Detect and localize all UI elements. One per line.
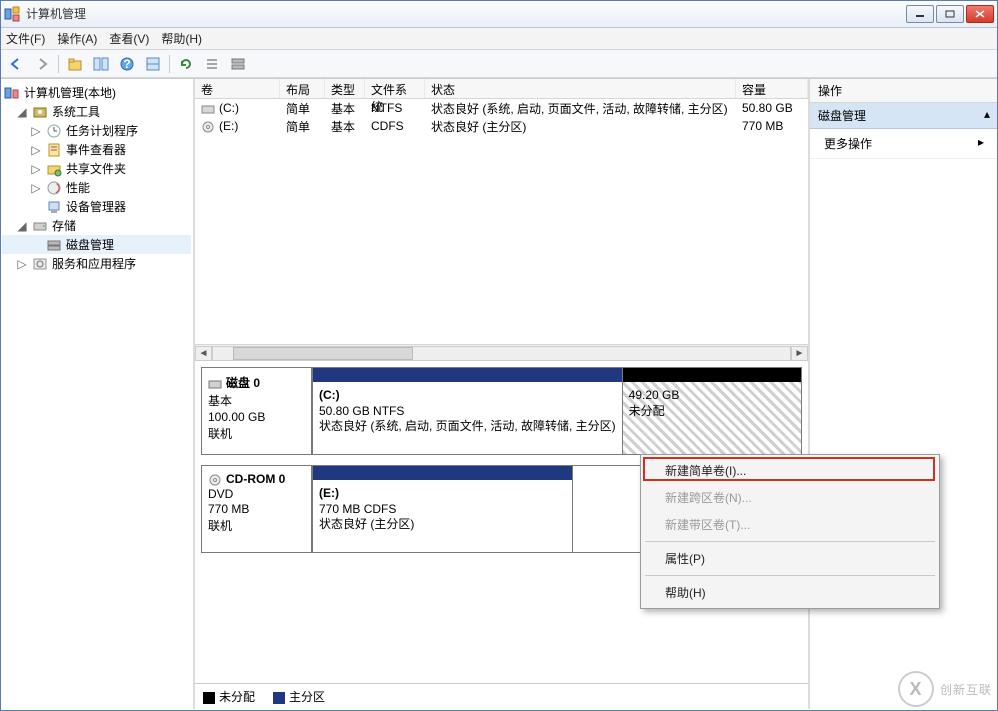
ctx-help[interactable]: 帮助(H) [643, 579, 937, 606]
disk-list-icon[interactable] [228, 54, 248, 74]
partition-unallocated[interactable]: 49.20 GB 未分配 [622, 368, 801, 454]
tree-system-tools[interactable]: ◢系统工具 [2, 102, 191, 121]
app-icon [4, 6, 20, 22]
col-layout[interactable]: 布局 [280, 79, 325, 98]
watermark-text: 创新互联 [940, 681, 992, 698]
volume-list: (C:) 简单 基本 NTFS 状态良好 (系统, 启动, 页面文件, 活动, … [195, 99, 808, 344]
tree-disk-management[interactable]: 磁盘管理 [2, 235, 191, 254]
watermark-badge: X [898, 671, 934, 707]
ctx-properties[interactable]: 属性(P) [643, 545, 937, 572]
legend-swatch-primary [273, 692, 285, 704]
partition-bar [623, 368, 801, 382]
tree-device-manager[interactable]: 设备管理器 [2, 197, 191, 216]
context-menu: 新建简单卷(I)... 新建跨区卷(N)... 新建带区卷(T)... 属性(P… [640, 454, 940, 609]
disk-label[interactable]: CD-ROM 0 DVD 770 MB 联机 [202, 466, 312, 552]
actions-header: 操作 [810, 79, 998, 103]
h-scrollbar[interactable]: ◄ ► [195, 344, 808, 361]
menu-file[interactable]: 文件(F) [6, 30, 45, 47]
settings-icon[interactable] [143, 54, 163, 74]
list-icon[interactable] [202, 54, 222, 74]
watermark: X 创新互联 [898, 671, 992, 707]
scroll-thumb[interactable] [233, 347, 413, 360]
disk-block: 磁盘 0 基本 100.00 GB 联机 (C:) 50.80 GB NTFS … [201, 367, 802, 455]
tree-root[interactable]: 计算机管理(本地) [2, 83, 191, 102]
show-hide-tree-icon[interactable] [91, 54, 111, 74]
menu-help[interactable]: 帮助(H) [161, 30, 202, 47]
col-type[interactable]: 类型 [325, 79, 365, 98]
tree-services-apps[interactable]: ▷服务和应用程序 [2, 254, 191, 273]
ctx-new-spanned-volume: 新建跨区卷(N)... [643, 484, 937, 511]
refresh-icon[interactable] [176, 54, 196, 74]
window-title: 计算机管理 [26, 5, 906, 22]
volume-row[interactable]: (C:) 简单 基本 NTFS 状态良好 (系统, 启动, 页面文件, 活动, … [195, 99, 808, 117]
partition[interactable]: (C:) 50.80 GB NTFS 状态良好 (系统, 启动, 页面文件, 活… [312, 368, 622, 454]
minimize-button[interactable] [906, 5, 934, 23]
tree-shared-folders[interactable]: ▷共享文件夹 [2, 159, 191, 178]
tree-storage[interactable]: ◢存储 [2, 216, 191, 235]
partition-bar [313, 466, 572, 480]
ctx-new-simple-volume[interactable]: 新建简单卷(I)... [643, 457, 937, 484]
tree-performance[interactable]: ▷性能 [2, 178, 191, 197]
ctx-separator [645, 575, 935, 576]
chevron-right-icon: ▸ [978, 135, 984, 152]
scroll-right-icon[interactable]: ► [791, 346, 808, 361]
forward-icon[interactable] [32, 54, 52, 74]
actions-more[interactable]: 更多操作 ▸ [810, 129, 998, 159]
close-button[interactable] [966, 5, 994, 23]
help-icon[interactable]: ? [117, 54, 137, 74]
ctx-separator [645, 541, 935, 542]
svg-text:?: ? [123, 57, 130, 71]
partition[interactable]: (E:) 770 MB CDFS 状态良好 (主分区) [312, 466, 572, 552]
maximize-button[interactable] [936, 5, 964, 23]
title-bar: 计算机管理 [0, 0, 998, 28]
tree-event-viewer[interactable]: ▷事件查看器 [2, 140, 191, 159]
back-icon[interactable] [6, 54, 26, 74]
drive-icon [201, 103, 215, 115]
tree-panel: 计算机管理(本地) ◢系统工具 ▷任务计划程序 ▷事件查看器 ▷共享文件夹 ▷性… [0, 79, 195, 709]
cdrom-icon [201, 121, 215, 133]
toolbar: ? [0, 50, 998, 78]
disk-icon [208, 378, 222, 390]
disk-label[interactable]: 磁盘 0 基本 100.00 GB 联机 [202, 368, 312, 454]
cdrom-icon [208, 474, 222, 486]
col-fs[interactable]: 文件系统 [365, 79, 425, 98]
col-volume[interactable]: 卷 [195, 79, 280, 98]
menu-view[interactable]: 查看(V) [109, 30, 149, 47]
menu-bar: 文件(F) 操作(A) 查看(V) 帮助(H) [0, 28, 998, 50]
col-capacity[interactable]: 容量 [736, 79, 808, 98]
up-icon[interactable] [65, 54, 85, 74]
col-status[interactable]: 状态 [425, 79, 736, 98]
actions-section[interactable]: 磁盘管理 ▴ [810, 103, 998, 129]
tree-task-scheduler[interactable]: ▷任务计划程序 [2, 121, 191, 140]
actions-panel: 操作 磁盘管理 ▴ 更多操作 ▸ [810, 79, 998, 709]
volume-row[interactable]: (E:) 简单 基本 CDFS 状态良好 (主分区) 770 MB [195, 117, 808, 135]
partition-bar [313, 368, 622, 382]
volume-list-header: 卷 布局 类型 文件系统 状态 容量 [195, 79, 808, 99]
legend-swatch-unallocated [203, 692, 215, 704]
collapse-icon: ▴ [984, 107, 990, 124]
menu-action[interactable]: 操作(A) [57, 30, 97, 47]
legend: 未分配 主分区 [195, 683, 808, 709]
scroll-left-icon[interactable]: ◄ [195, 346, 212, 361]
ctx-new-striped-volume: 新建带区卷(T)... [643, 511, 937, 538]
